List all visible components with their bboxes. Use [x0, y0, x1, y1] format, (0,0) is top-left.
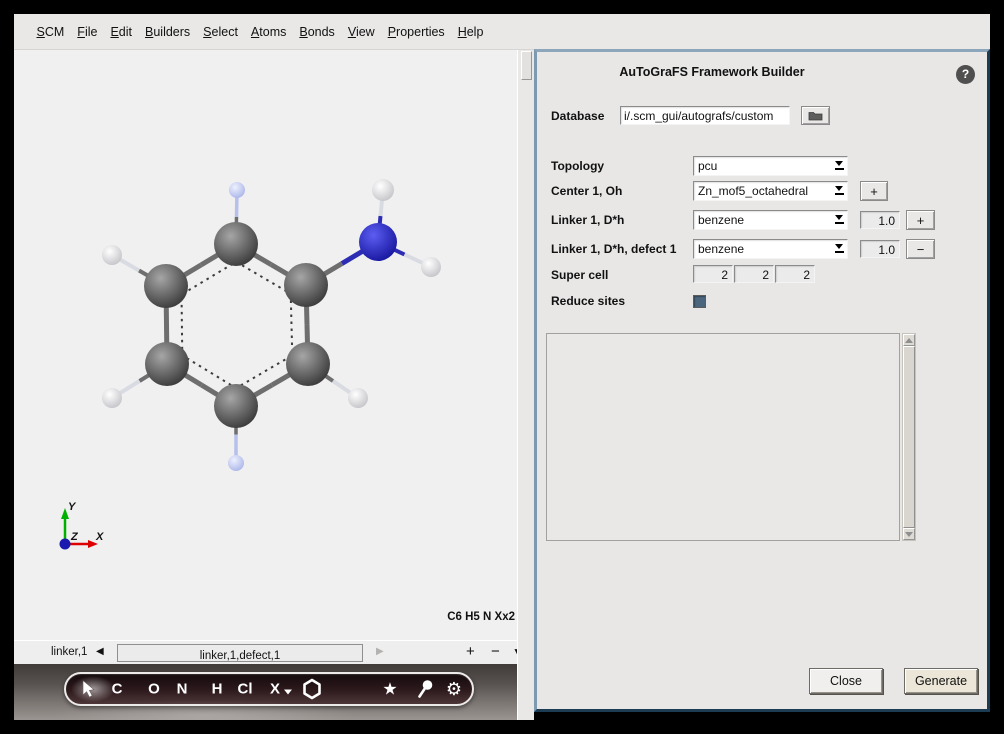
center1-label: Center 1, Oh [551, 181, 622, 201]
tab-remove-button[interactable]: − [491, 641, 500, 663]
supercell-label: Super cell [551, 265, 608, 285]
splitter-grip[interactable] [521, 51, 532, 80]
generate-button[interactable]: Generate [904, 668, 978, 694]
menu-edit[interactable]: Edit [104, 25, 139, 39]
combo-arrow-icon[interactable] [834, 161, 844, 170]
menu-file[interactable]: File [71, 25, 104, 39]
axis-y-label: Y [68, 501, 77, 513]
close-button[interactable]: Close [809, 668, 883, 694]
linker1-add-button[interactable]: + [906, 210, 935, 230]
axis-z-dot [60, 539, 71, 550]
gear-icon[interactable]: ⚙ [446, 680, 462, 698]
framework-builder-panel: AuToGraFS Framework Builder ? Database i… [534, 49, 990, 712]
menu-scm[interactable]: SCM [30, 25, 71, 39]
tab-add-button[interactable]: + [466, 641, 475, 663]
topology-label: Topology [551, 156, 604, 176]
defect1-combobox[interactable]: benzene [693, 239, 848, 259]
database-label: Database [551, 106, 604, 126]
output-scrollbar[interactable] [902, 333, 916, 541]
reduce-sites-label: Reduce sites [551, 291, 625, 311]
scrollbar-thumb[interactable] [903, 346, 915, 528]
probe-tool-icon[interactable] [416, 680, 434, 699]
menu-help[interactable]: Help [451, 25, 490, 39]
combo-arrow-icon[interactable] [834, 215, 844, 224]
help-button[interactable]: ? [956, 65, 975, 84]
supercell-x-input[interactable]: 2 [693, 265, 733, 283]
linker1-amount-input[interactable]: 1.0 [860, 211, 900, 229]
supercell-z-input[interactable]: 2 [775, 265, 815, 283]
folder-icon [808, 110, 823, 121]
linker1-value: benzene [698, 213, 744, 227]
reduce-sites-checkbox[interactable] [693, 295, 706, 308]
axis-gizmo: Y X Z [40, 496, 120, 560]
tab-prev-icon[interactable]: ◀ [96, 641, 104, 663]
ring-tool-icon[interactable] [302, 678, 322, 700]
menu-bonds[interactable]: Bonds [293, 25, 341, 39]
scroll-up-icon[interactable] [903, 334, 915, 346]
center1-combobox[interactable]: Zn_mof5_octahedral [693, 181, 848, 201]
center1-value: Zn_mof5_octahedral [698, 184, 808, 198]
axis-x-label: X [95, 531, 104, 543]
element-cl-button[interactable]: Cl [238, 682, 253, 697]
axis-z-label: Z [70, 531, 79, 543]
element-h-button[interactable]: H [212, 682, 223, 697]
atom-toolbar: C O N H Cl X ★ ⚙ [64, 672, 474, 706]
molecule-tabbar: linker,1 ◀ linker,1,defect,1 ▶ + − ▼ [14, 640, 517, 664]
chemical-formula: C6 H5 N Xx2 [447, 611, 515, 623]
element-n-button[interactable]: N [177, 682, 188, 697]
tab-next-icon: ▶ [376, 641, 384, 663]
element-c-button[interactable]: C [112, 682, 123, 697]
defect1-remove-button[interactable]: − [906, 239, 935, 259]
supercell-y-input[interactable]: 2 [734, 265, 774, 283]
toolbar-band: C O N H Cl X ★ ⚙ [14, 664, 517, 720]
combo-arrow-icon[interactable] [834, 186, 844, 195]
menu-properties[interactable]: Properties [381, 25, 451, 39]
browse-folder-button[interactable] [801, 106, 830, 125]
defect1-label: Linker 1, D*h, defect 1 [551, 239, 676, 259]
menu-atoms[interactable]: Atoms [244, 25, 292, 39]
app-window: SCM File Edit Builders Select Atoms Bond… [14, 14, 990, 720]
menu-view[interactable]: View [341, 25, 381, 39]
tab-linker1[interactable]: linker,1 [51, 641, 87, 663]
scroll-down-icon[interactable] [903, 528, 915, 540]
tab-active[interactable]: linker,1,defect,1 [117, 644, 363, 662]
molecule-viewport[interactable]: Y X Z C6 H5 N Xx2 [14, 50, 517, 640]
topology-combobox[interactable]: pcu [693, 156, 848, 176]
center1-add-button[interactable]: + [860, 181, 888, 201]
menu-select[interactable]: Select [197, 25, 245, 39]
topology-value: pcu [698, 159, 717, 173]
element-x-button[interactable]: X [270, 682, 280, 697]
pointer-tool-icon[interactable] [82, 681, 96, 698]
star-icon[interactable]: ★ [382, 681, 397, 698]
defect1-amount-input[interactable]: 1.0 [860, 240, 900, 258]
linker1-label: Linker 1, D*h [551, 210, 624, 230]
menu-builders[interactable]: Builders [139, 25, 197, 39]
combo-arrow-icon[interactable] [834, 244, 844, 253]
linker1-combobox[interactable]: benzene [693, 210, 848, 230]
output-textarea[interactable] [546, 333, 900, 541]
panel-splitter[interactable] [517, 50, 534, 720]
element-dropdown-icon[interactable] [284, 690, 292, 695]
menubar: SCM File Edit Builders Select Atoms Bond… [14, 14, 990, 50]
database-input[interactable]: i/.scm_gui/autografs/custom [620, 106, 790, 125]
panel-title: AuToGraFS Framework Builder [537, 65, 887, 79]
defect1-value: benzene [698, 242, 744, 256]
element-o-button[interactable]: O [148, 682, 160, 697]
